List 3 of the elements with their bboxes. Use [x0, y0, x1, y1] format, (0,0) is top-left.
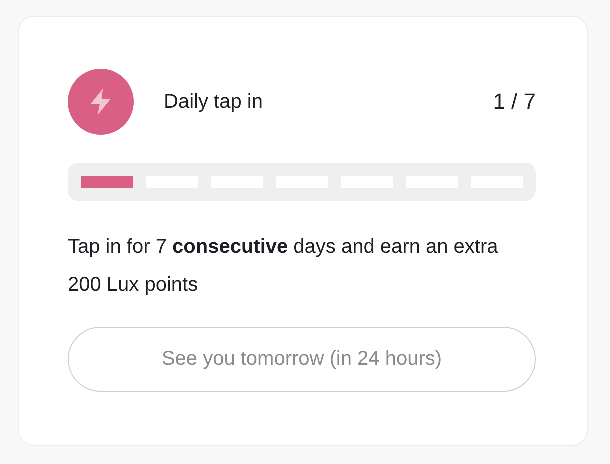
description-text: Tap in for 7 consecutive days and earn an extra 200 Lux points: [68, 235, 500, 298]
card-title: Daily tap in: [164, 90, 264, 114]
progress-count: 1 / 7: [493, 89, 536, 115]
